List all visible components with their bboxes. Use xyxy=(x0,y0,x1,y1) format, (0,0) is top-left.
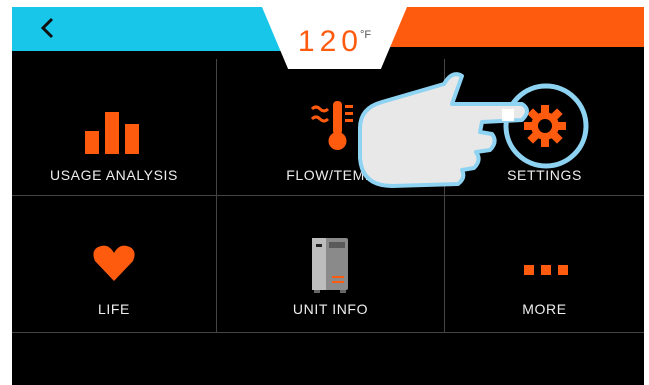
flow-temp-icon xyxy=(310,101,353,150)
menu-item-settings[interactable]: SETTINGS xyxy=(445,59,644,195)
header-right-bar xyxy=(374,7,644,47)
temperature-value: 120 xyxy=(297,25,363,58)
menu-item-unit-info[interactable]: UNIT INFO xyxy=(217,196,444,332)
gear-icon xyxy=(524,105,566,147)
menu-item-label: SETTINGS xyxy=(507,167,582,183)
menu-item-label: UNIT INFO xyxy=(292,301,369,317)
menu-item-flow-temp[interactable]: FLOW/TEMP xyxy=(217,59,444,195)
menu-item-label: FLOW/TEMP xyxy=(286,167,375,183)
menu-item-label: LIFE xyxy=(98,301,130,317)
menu-item-more[interactable]: MORE xyxy=(445,196,644,332)
chevron-left-icon xyxy=(40,17,54,39)
back-button[interactable] xyxy=(38,17,58,39)
bar-chart-icon xyxy=(85,112,139,154)
grid-divider xyxy=(12,332,644,333)
menu-item-life[interactable]: LIFE xyxy=(12,196,216,332)
menu-item-label: MORE xyxy=(522,301,567,317)
temperature-unit: °F xyxy=(359,29,372,41)
more-dots-icon xyxy=(524,265,568,275)
menu-item-usage-analysis[interactable]: USAGE ANALYSIS xyxy=(12,59,216,195)
water-heater-unit-icon xyxy=(312,238,348,293)
heart-icon xyxy=(93,245,135,281)
device-screen: 120°F USAGE ANALYSIS FLOW/TEMP SETTINGS … xyxy=(12,7,644,385)
menu-grid: USAGE ANALYSIS FLOW/TEMP SETTINGS LIFE U… xyxy=(12,59,644,333)
menu-item-label: USAGE ANALYSIS xyxy=(50,167,178,183)
